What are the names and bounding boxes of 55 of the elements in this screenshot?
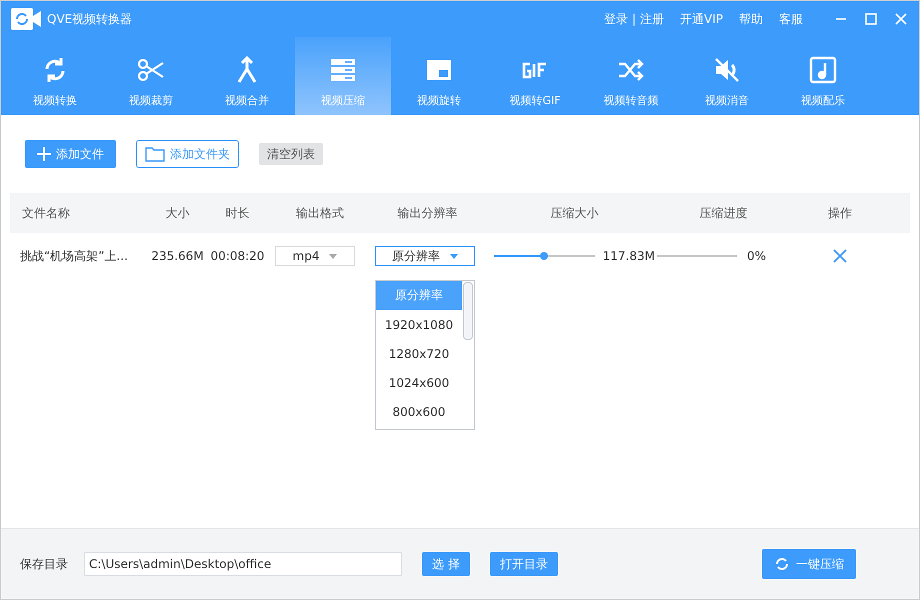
tool-tab[interactable]: 视频消音 (679, 37, 775, 115)
tool-tab[interactable]: 视频转换 (7, 37, 103, 115)
music-icon (808, 55, 838, 85)
save-path-field[interactable]: C:\Users\admin\Desktop\office (84, 552, 402, 576)
resolution-option[interactable]: 800x600 (376, 397, 462, 426)
clear-list-button[interactable]: 清空列表 (259, 143, 323, 165)
delete-icon[interactable] (833, 249, 847, 263)
vip-link[interactable]: 开通VIP (680, 10, 723, 28)
column-header: 输出分辨率 (396, 204, 458, 222)
add-file-button[interactable]: 添加文件 (25, 140, 116, 168)
plus-icon (37, 147, 51, 161)
login-link[interactable]: 登录 (604, 10, 628, 28)
folder-icon (145, 146, 165, 162)
file-name-cell-text: 挑战“机场高架”上... (19, 248, 129, 264)
scrollbar[interactable] (463, 282, 473, 340)
add-folder-button[interactable]: 添加文件夹 (136, 140, 239, 168)
refresh-icon (774, 556, 790, 572)
tool-tab[interactable]: 视频旋转 (391, 37, 487, 115)
column-header: 文件名称 (21, 204, 71, 222)
progress-text: 0% (747, 249, 766, 263)
column-header: 压缩大小 (550, 204, 600, 222)
maximize-icon[interactable] (865, 13, 877, 25)
compressed-size-text: 117.83M (602, 249, 655, 263)
compress-start-button[interactable]: 一键压缩 (762, 549, 856, 579)
tool-tab[interactable]: 视频转音频 (583, 37, 679, 115)
format-select[interactable]: mp4 (275, 246, 355, 266)
save-dir-label: 保存目录 (20, 556, 68, 572)
app-logo-icon (11, 8, 41, 30)
resolution-option[interactable]: 原分辨率 (376, 281, 462, 310)
open-folder-button[interactable]: 打开目录 (490, 552, 558, 576)
tool-tab[interactable]: 视频压缩 (295, 37, 391, 115)
resolution-option[interactable]: 1920x1080 (376, 310, 462, 339)
resolution-option[interactable]: 1024x600 (376, 368, 462, 397)
support-link[interactable]: 客服 (779, 10, 803, 28)
window-title: QVE视频转换器 (47, 10, 132, 28)
size-cell: 235.66M (150, 249, 205, 263)
tool-tab[interactable]: 视频裁剪 (103, 37, 199, 115)
close-icon[interactable] (895, 13, 907, 25)
column-header: 大小 (164, 204, 190, 222)
caret-icon (450, 254, 458, 258)
resolution-option[interactable]: 1280x720 (376, 339, 462, 368)
caret-icon (329, 254, 338, 258)
tool-tab[interactable]: 视频转GIF (487, 37, 583, 115)
choose-button[interactable]: 选 择 (422, 552, 470, 576)
column-header: 操作 (827, 204, 853, 222)
tool-tab[interactable]: 视频配乐 (775, 37, 871, 115)
help-link[interactable]: 帮助 (739, 10, 763, 28)
column-header: 时长 (224, 204, 250, 222)
register-link[interactable]: 注册 (640, 10, 664, 28)
column-header: 压缩进度 (698, 204, 748, 222)
resolution-select[interactable]: 原分辨率 (375, 246, 475, 266)
duration-cell-text: 00:08:20 (210, 249, 266, 263)
tool-tab[interactable]: 视频合并 (199, 37, 295, 115)
link-separator: | (632, 12, 636, 26)
column-header: 输出格式 (295, 204, 345, 222)
